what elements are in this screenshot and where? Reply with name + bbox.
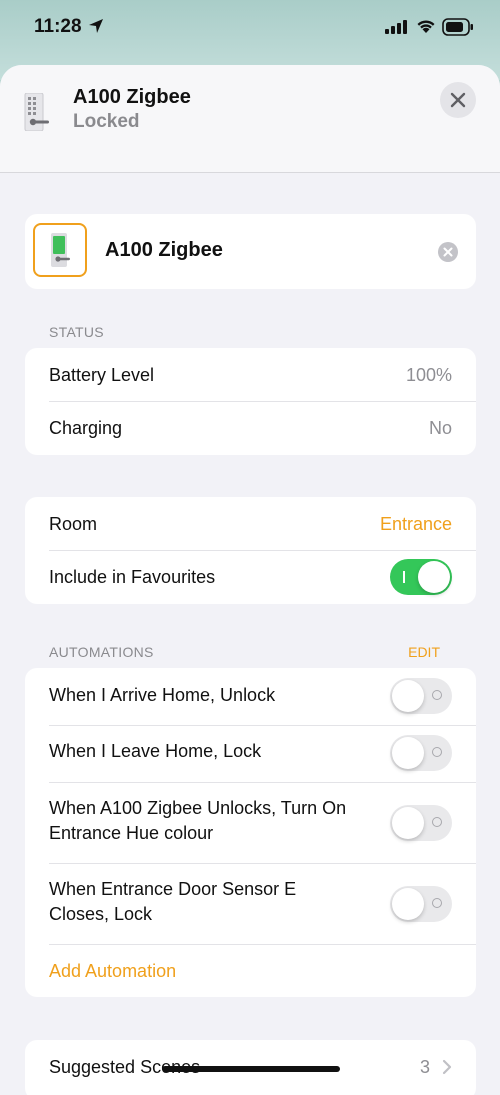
clear-icon bbox=[443, 247, 453, 257]
favourites-row: Include in Favourites bbox=[25, 551, 476, 604]
room-value[interactable]: Entrance bbox=[380, 514, 452, 535]
toggle-off-indicator bbox=[432, 898, 442, 908]
toggle-knob bbox=[392, 737, 424, 769]
toggle-knob bbox=[418, 561, 450, 593]
home-indicator[interactable] bbox=[162, 1066, 340, 1072]
suggested-scenes-count: 3 bbox=[419, 1057, 430, 1077]
toggle-knob bbox=[392, 888, 424, 920]
automations-edit-button[interactable]: EDIT bbox=[408, 644, 440, 660]
lock-icon bbox=[51, 233, 70, 267]
favourites-label: Include in Favourites bbox=[49, 567, 216, 587]
automation-row: When I Arrive Home, Unlock bbox=[25, 668, 476, 724]
status-time: 11:28 bbox=[34, 16, 82, 37]
device-icon-tile[interactable] bbox=[33, 223, 87, 277]
clear-name-button[interactable] bbox=[438, 242, 458, 262]
add-automation-button[interactable]: Add Automation bbox=[49, 959, 176, 984]
chevron-right-icon bbox=[442, 1059, 452, 1075]
close-icon bbox=[450, 92, 466, 108]
status-bar: 11:28 bbox=[0, 0, 500, 56]
automation-toggle[interactable] bbox=[390, 805, 452, 841]
device-name-field[interactable]: A100 Zigbee bbox=[105, 239, 223, 262]
automations-card: When I Arrive Home, Unlock When I Leave … bbox=[25, 668, 476, 997]
wifi-icon bbox=[417, 20, 435, 33]
charging-row: Charging No bbox=[25, 402, 476, 455]
close-button[interactable] bbox=[440, 82, 476, 118]
toggle-off-indicator bbox=[432, 690, 442, 700]
automations-section-label: AUTOMATIONS bbox=[49, 644, 154, 660]
charging-value: No bbox=[428, 418, 452, 438]
toggle-knob bbox=[392, 680, 424, 712]
sheet-header: A100 Zigbee Locked bbox=[0, 65, 500, 173]
automation-label: When A100 Zigbee Unlocks, Turn On Entran… bbox=[49, 798, 347, 843]
battery-level-row: Battery Level 100% bbox=[25, 348, 476, 401]
favourites-toggle[interactable] bbox=[390, 559, 452, 595]
settings-card: Room Entrance Include in Favourites bbox=[25, 497, 476, 604]
accessory-sheet: A100 Zigbee Locked A100 Zigbee STATUS Ba… bbox=[0, 65, 500, 1095]
automation-row: When A100 Zigbee Unlocks, Turn On Entran… bbox=[25, 783, 476, 863]
header-subtitle: Locked bbox=[73, 111, 140, 132]
automation-row: When I Leave Home, Lock bbox=[25, 726, 476, 782]
toggle-on-indicator bbox=[403, 571, 405, 583]
battery-level-value: 100% bbox=[405, 365, 452, 385]
room-label: Room bbox=[49, 514, 98, 534]
lock-icon bbox=[24, 93, 49, 131]
battery-level-label: Battery Level bbox=[49, 365, 155, 385]
status-card: Battery Level 100% Charging No bbox=[25, 348, 476, 455]
automation-row: When Entrance Door Sensor E Closes, Lock bbox=[25, 864, 476, 944]
toggle-off-indicator bbox=[432, 817, 442, 827]
signal-icon bbox=[385, 20, 407, 34]
automation-toggle[interactable] bbox=[390, 886, 452, 922]
room-row[interactable]: Room Entrance bbox=[25, 497, 476, 550]
automation-label: When Entrance Door Sensor E Closes, Lock bbox=[49, 879, 297, 924]
battery-icon bbox=[442, 18, 473, 36]
automation-toggle[interactable] bbox=[390, 735, 452, 771]
automation-toggle[interactable] bbox=[390, 678, 452, 714]
automation-label: When I Leave Home, Lock bbox=[49, 741, 262, 761]
location-arrow-icon bbox=[89, 19, 103, 33]
toggle-off-indicator bbox=[432, 747, 442, 757]
device-name-card: A100 Zigbee bbox=[25, 214, 476, 289]
add-automation-row[interactable]: Add Automation bbox=[25, 945, 476, 997]
automation-label: When I Arrive Home, Unlock bbox=[49, 685, 276, 705]
toggle-knob bbox=[392, 807, 424, 839]
header-title: A100 Zigbee bbox=[73, 86, 191, 108]
status-section-label: STATUS bbox=[49, 324, 104, 340]
charging-label: Charging bbox=[49, 418, 123, 438]
